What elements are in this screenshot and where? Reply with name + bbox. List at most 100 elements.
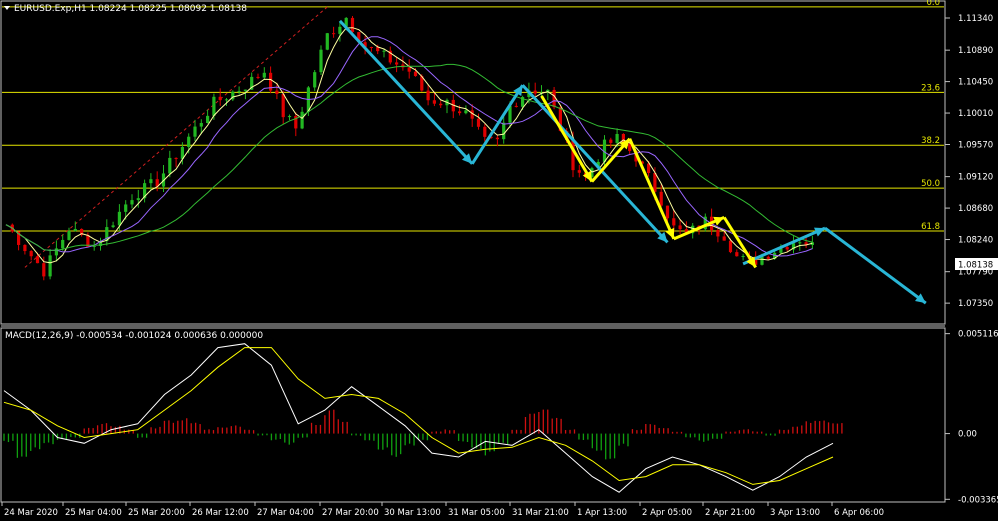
price-tick-label: 1.09120 — [958, 173, 993, 183]
time-tick-label: 27 Mar 04:00 — [257, 508, 314, 518]
candle-body — [319, 49, 323, 73]
price-tick-label: 1.10450 — [958, 78, 993, 88]
candle-body — [798, 242, 802, 244]
candle-body — [552, 89, 556, 108]
candle-body — [413, 71, 418, 77]
candle-body — [262, 72, 266, 78]
candle-body — [136, 198, 140, 201]
candle-body — [571, 140, 575, 171]
candle-body — [458, 111, 462, 114]
time-tick-label: 30 Mar 13:00 — [384, 508, 441, 518]
candle-body — [54, 248, 58, 256]
fib-level-label: 61.8 — [921, 222, 940, 232]
candle-body — [502, 122, 506, 140]
candle-body — [464, 110, 468, 114]
price-tick-label: 1.09570 — [958, 140, 993, 150]
candle-body — [716, 229, 720, 237]
time-tick-label: 6 Apr 06:00 — [834, 508, 884, 518]
candle-body — [514, 105, 518, 107]
candle-body — [117, 211, 121, 226]
candle-body — [174, 157, 178, 159]
candle-body — [313, 72, 317, 88]
price-tick-label: 1.10010 — [958, 109, 993, 119]
candle-body — [741, 256, 745, 258]
current-price-label: 1.08138 — [958, 261, 993, 271]
time-tick-label: 1 Apr 13:00 — [577, 508, 627, 518]
fib-level-label: 38.2 — [921, 136, 940, 146]
candle-body — [533, 90, 537, 94]
candle-body — [615, 133, 619, 143]
time-tick-label: 31 Mar 05:00 — [448, 508, 505, 518]
candle-body — [735, 252, 739, 257]
candle-body — [672, 218, 676, 226]
time-tick-label: 26 Mar 12:00 — [192, 508, 249, 518]
candle-body — [275, 90, 279, 94]
candle-body — [332, 33, 336, 35]
candle-body — [218, 96, 222, 101]
candle-body — [426, 90, 430, 101]
symbol-info: EURUSD.Exp,H1 1.08224 1.08225 1.08092 1.… — [14, 4, 247, 14]
time-tick-label: 2 Apr 21:00 — [705, 508, 755, 518]
candle-body — [149, 179, 153, 184]
candle-body — [483, 126, 487, 137]
candle-body — [130, 200, 134, 205]
macd-tick-label: 0.00 — [958, 430, 977, 440]
candle-body — [237, 90, 241, 92]
candle-body — [212, 96, 216, 116]
candle-body — [369, 47, 373, 49]
price-tick-label: 1.08680 — [958, 204, 993, 214]
candle-body — [67, 230, 71, 240]
candle-body — [495, 137, 499, 140]
candle-body — [61, 239, 65, 249]
candle-body — [224, 99, 229, 101]
candle-body — [722, 236, 726, 241]
price-tick-label: 1.08240 — [958, 236, 993, 246]
candle-body — [199, 123, 203, 127]
macd-tick-label: 0.005116 — [958, 330, 998, 340]
candle-body — [243, 89, 247, 91]
candle-body — [785, 247, 789, 250]
candle-body — [395, 62, 399, 65]
price-tick-label: 1.07350 — [958, 299, 993, 309]
candle-body — [325, 33, 329, 50]
candle-body — [35, 256, 40, 264]
candle-body — [168, 157, 172, 174]
fib-level-label: 50.0 — [921, 179, 940, 189]
candle-body — [382, 50, 386, 52]
candle-body — [766, 256, 770, 259]
candle-body — [300, 111, 304, 129]
candle-body — [407, 67, 411, 72]
candle-body — [23, 244, 27, 252]
candle-body — [73, 228, 77, 231]
price-tick-label: 1.10890 — [958, 46, 993, 56]
candle-body — [29, 251, 33, 257]
candle-body — [111, 225, 115, 228]
candle-body — [728, 240, 733, 253]
fib-level-label: 23.6 — [921, 83, 940, 93]
candle-body — [653, 172, 657, 192]
candle-body — [287, 115, 292, 118]
candle-body — [659, 191, 663, 206]
candle-body — [338, 26, 342, 34]
time-tick-label: 24 Mar 2020 — [4, 508, 58, 518]
time-tick-label: 3 Apr 13:00 — [770, 508, 820, 518]
candle-body — [476, 118, 481, 127]
candle-body — [256, 76, 260, 78]
candle-body — [678, 225, 682, 230]
candle-body — [281, 93, 285, 118]
candle-body — [124, 204, 128, 212]
candle-body — [439, 103, 443, 106]
time-tick-label: 25 Mar 04:00 — [65, 508, 122, 518]
time-tick-label: 25 Mar 20:00 — [128, 508, 185, 518]
candle-body — [206, 115, 210, 124]
time-tick-label: 27 Mar 20:00 — [322, 508, 379, 518]
price-tick-label: 1.11340 — [958, 14, 993, 24]
fib-level-label: 0.0 — [926, 0, 940, 8]
candle-body — [760, 256, 764, 265]
candle-body — [48, 255, 52, 277]
macd-info: MACD(12,26,9) -0.000534 -0.001024 0.0006… — [5, 331, 263, 341]
candle-body — [193, 126, 197, 137]
macd-tick-label: -0.003365 — [958, 495, 998, 505]
candle-body — [187, 136, 191, 147]
time-tick-label: 31 Mar 21:00 — [512, 508, 569, 518]
